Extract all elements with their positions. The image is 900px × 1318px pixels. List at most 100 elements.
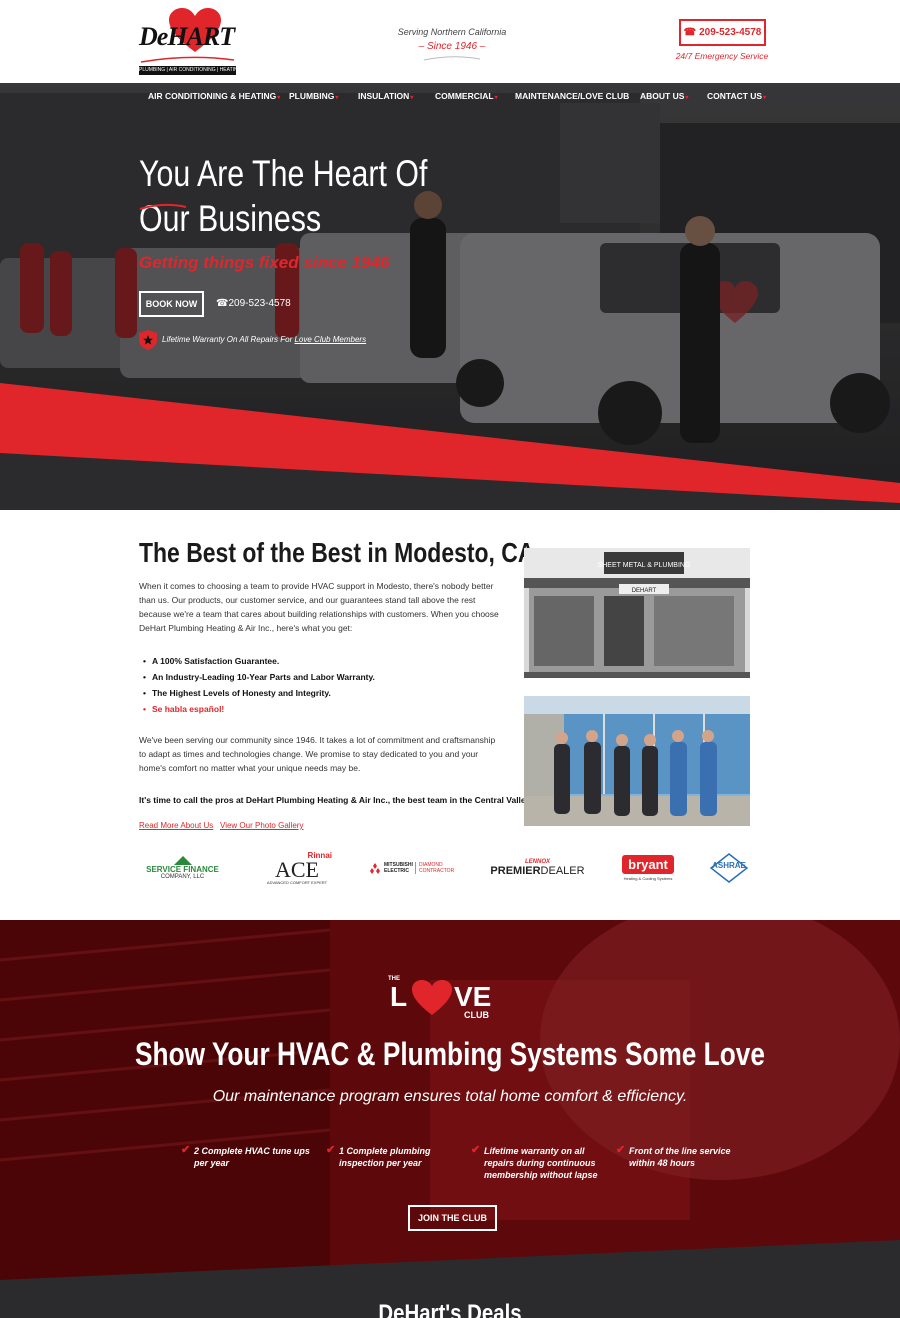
nav-label: ABOUT US: [640, 91, 685, 101]
ashrae-text: ASHRAE: [712, 861, 746, 870]
service-finance-sub: COMPANY, LLC: [160, 874, 205, 880]
dealer-text: DEALER: [540, 865, 585, 877]
swoosh-icon: [423, 56, 481, 61]
shield-star-icon: [139, 330, 157, 350]
nav-plumbing[interactable]: PLUMBING▾: [289, 91, 338, 101]
benefit-text: 1 Complete plumbing inspection per year: [339, 1146, 431, 1168]
caret-down-icon: ▾: [763, 95, 767, 101]
logo-tagline: PLUMBING | AIR CONDITIONING | HEATING: [139, 66, 236, 75]
book-now-button[interactable]: BOOK NOW: [139, 291, 204, 317]
caret-down-icon: ▾: [410, 95, 414, 101]
nav-label: CONTACT US: [707, 91, 763, 101]
swoosh-icon: [139, 203, 187, 210]
check-icon: ✔: [181, 1144, 191, 1156]
list-item: Se habla español!: [143, 701, 375, 717]
storefront-name-text: DEHART: [632, 588, 657, 594]
service-finance-icon: [173, 856, 192, 865]
love-club-subtitle: Our maintenance program ensures total ho…: [212, 1088, 688, 1105]
intro-title: The Best of the Best in Modesto, CA: [139, 537, 535, 568]
nav-label: MAINTENANCE/LOVE CLUB: [515, 91, 630, 101]
bryant-sub-text: Heating & Cooling Systems: [623, 876, 673, 881]
nav-contact-us[interactable]: CONTACT US▾: [707, 91, 766, 101]
service-finance-text: SERVICE FINANCE: [146, 865, 219, 874]
warranty-text: Lifetime Warranty On All Repairs For Lov…: [162, 335, 366, 344]
intro-paragraph-1: When it comes to choosing a team to prov…: [139, 581, 499, 633]
hero-phone-link[interactable]: ☎209-523-4578: [216, 298, 291, 309]
emergency-service-text: 24/7 Emergency Service: [675, 51, 769, 61]
diamond-contractor-text: DIAMOND CONTRACTOR: [415, 862, 454, 874]
benefit-text: Lifetime warranty on all repairs during …: [484, 1146, 598, 1180]
check-icon: ✔: [471, 1144, 481, 1156]
nav-commercial[interactable]: COMMERCIAL▾: [435, 91, 498, 101]
bryant-text: bryant: [622, 855, 674, 874]
nav-label: PLUMBING: [289, 91, 335, 101]
dehart-logo[interactable]: DeHART PLUMBING | AIR CONDITIONING | HEA…: [139, 8, 239, 78]
header-phone-button[interactable]: ☎ 209-523-4578: [679, 19, 766, 46]
intro-paragraph-2: We've been serving our community since 1…: [139, 735, 496, 773]
service-finance-logo: SERVICE FINANCE COMPANY, LLC: [145, 848, 220, 888]
heart-icon: [412, 980, 452, 1015]
caret-down-icon: ▾: [494, 95, 498, 101]
hero-title-line1: You Are The Heart Of: [139, 153, 428, 194]
caret-down-icon: ▾: [685, 95, 689, 101]
love-club-title: Show Your HVAC & Plumbing Systems Some L…: [135, 1036, 765, 1072]
mitsubishi-text: MITSUBISHI ELECTRIC: [384, 862, 413, 874]
list-item: A 100% Satisfaction Guarantee.: [143, 653, 375, 669]
premier-text: PREMIER: [490, 865, 541, 877]
caret-down-icon: ▾: [335, 95, 339, 101]
love-logo-club: CLUB: [464, 1010, 489, 1020]
nav-insulation[interactable]: INSULATION▾: [358, 91, 413, 101]
phone-icon: ☎: [683, 27, 697, 38]
join-the-club-button[interactable]: JOIN THE CLUB: [408, 1205, 497, 1231]
hero-phone-number: 209-523-4578: [228, 298, 291, 309]
nav-about-us[interactable]: ABOUT US▾: [640, 91, 688, 101]
nav-air-conditioning[interactable]: AIR CONDITIONING & HEATING▾: [148, 91, 280, 101]
hero-title: You Are The Heart Of Our Business: [139, 151, 427, 241]
benefit-text: 2 Complete HVAC tune ups per year: [194, 1146, 310, 1168]
check-icon: ✔: [326, 1144, 336, 1156]
since-text: – Since 1946 –: [418, 41, 486, 52]
nav-label: COMMERCIAL: [435, 91, 494, 101]
main-nav: AIR CONDITIONING & HEATING▾ PLUMBING▾ IN…: [0, 83, 900, 109]
deals-title: DeHart's Deals: [378, 1300, 522, 1318]
mitsubishi-diamonds-icon: [370, 862, 380, 874]
read-more-about-us-link[interactable]: Read More About Us: [139, 821, 213, 830]
benefits-list: A 100% Satisfaction Guarantee. An Indust…: [143, 653, 375, 717]
benefit-item: ✔ 1 Complete plumbing inspection per yea…: [326, 1144, 469, 1169]
love-club-members-link[interactable]: Love Club Members: [294, 335, 366, 344]
intro-cta-text: It's time to call the pros at DeHart Plu…: [139, 795, 533, 805]
check-icon: ✔: [616, 1144, 626, 1156]
ace-sub-text: ADVANCED COMFORT EXPERT: [266, 880, 328, 885]
nav-label: AIR CONDITIONING & HEATING: [148, 91, 277, 101]
benefit-item: ✔ Front of the line service within 48 ho…: [616, 1144, 759, 1169]
benefit-item: ✔ Lifetime warranty on all repairs durin…: [471, 1144, 614, 1181]
benefit-text: Front of the line service within 48 hour…: [629, 1146, 731, 1168]
love-logo-l: L: [390, 981, 408, 1012]
lennox-premier-dealer-logo: LENNOX PREMIERDEALER: [490, 848, 585, 888]
love-club-section: THE L VE CLUB Show Your HVAC & Plumbing …: [0, 920, 900, 1318]
hero-subtitle: Getting things fixed since 1946: [139, 253, 390, 272]
serving-text: Serving Northern California: [397, 27, 507, 37]
love-club-logo: THE L VE CLUB: [388, 976, 518, 1022]
ashrae-logo: ASHRAE: [708, 848, 750, 888]
view-photo-gallery-link[interactable]: View Our Photo Gallery: [220, 821, 303, 830]
list-item: The Highest Levels of Honesty and Integr…: [143, 685, 375, 701]
site-header: DeHART PLUMBING | AIR CONDITIONING | HEA…: [0, 0, 900, 83]
love-logo-ve: VE: [454, 981, 492, 1012]
list-item: An Industry-Leading 10-Year Parts and La…: [143, 669, 375, 685]
mitsubishi-diamond-logo: MITSUBISHI ELECTRIC DIAMOND CONTRACTOR: [365, 848, 457, 888]
warranty-label: Lifetime Warranty On All Repairs For: [162, 335, 295, 344]
logo-swoosh-icon: [140, 56, 235, 63]
nav-maintenance-love-club[interactable]: MAINTENANCE/LOVE CLUB: [515, 91, 629, 101]
benefit-item: ✔ 2 Complete HVAC tune ups per year: [181, 1144, 324, 1169]
serving-badge: Serving Northern California – Since 1946…: [390, 27, 514, 61]
team-photo: [524, 696, 750, 826]
ace-text: ACE: [275, 857, 319, 882]
storefront-sign-text: SHEET METAL & PLUMBING: [598, 562, 691, 569]
historic-storefront-photo: SHEET METAL & PLUMBING DEHART: [524, 548, 750, 678]
header-phone-number: 209-523-4578: [699, 27, 762, 38]
phone-icon: ☎: [216, 298, 229, 309]
logo-wordmark: DeHART: [139, 22, 235, 51]
caret-down-icon: ▾: [277, 95, 281, 101]
rinnai-ace-logo: Rinnai ACE ADVANCED COMFORT EXPERT: [262, 848, 332, 888]
